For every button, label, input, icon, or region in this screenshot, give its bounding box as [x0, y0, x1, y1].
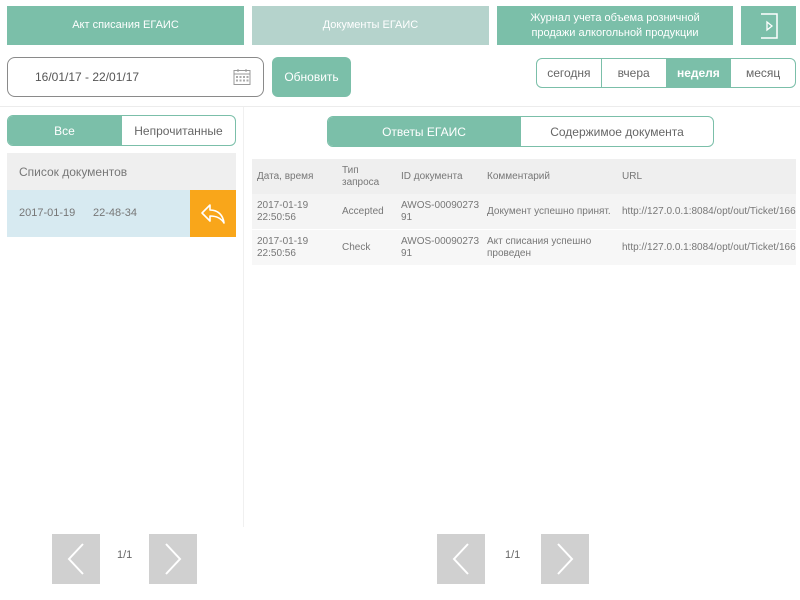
tab-document-content[interactable]: Содержимое документа	[520, 117, 713, 146]
answers-table: Дата, время Тип запроса ID документа Ком…	[252, 159, 796, 266]
list-item-time: 22-48-34	[93, 207, 138, 219]
table-row[interactable]: 2017-01-19 22:50:56 Check AWOS-000902739…	[252, 230, 796, 266]
chevron-right-icon	[165, 543, 182, 575]
retail-journal-button[interactable]: Журнал учета объема розничной продажи ал…	[497, 6, 733, 45]
exit-icon	[760, 12, 778, 39]
period-week[interactable]: неделя	[666, 59, 732, 87]
chevron-left-icon	[67, 543, 84, 575]
period-selector: сегодня вчера неделя месяц	[536, 58, 796, 88]
act-write-off-button[interactable]: Акт списания ЕГАИС	[7, 6, 244, 45]
document-list-header: Список документов	[7, 153, 236, 190]
cell-datetime: 2017-01-19 22:50:56	[257, 235, 309, 259]
document-tabs: Ответы ЕГАИС Содержимое документа	[327, 116, 714, 147]
refresh-button[interactable]: Обновить	[272, 57, 351, 97]
cell-comment: Акт списания успешно проведен	[487, 235, 592, 259]
cell-document-id: AWOS-0009027391	[401, 235, 480, 259]
right-page-indicator: 1/1	[505, 549, 521, 561]
left-page-indicator: 1/1	[117, 549, 133, 561]
column-header: Комментарий	[487, 170, 550, 182]
tab-egais-answers[interactable]: Ответы ЕГАИС	[328, 117, 520, 146]
column-header: URL	[622, 170, 643, 182]
filter-unread[interactable]: Непрочитанные	[121, 116, 235, 145]
egais-documents-button[interactable]: Документы ЕГАИС	[252, 6, 489, 45]
right-next-page-button[interactable]	[541, 534, 589, 584]
table-header: Дата, время Тип запроса ID документа Ком…	[252, 159, 796, 194]
date-range-value: 16/01/17 - 22/01/17	[35, 70, 140, 84]
cell-comment: Документ успешно принят.	[487, 205, 611, 217]
act-write-off-label: Акт списания ЕГАИС	[72, 19, 179, 31]
period-month[interactable]: месяц	[731, 59, 795, 87]
column-header: ID документа	[401, 170, 463, 182]
header-divider	[0, 106, 800, 107]
document-list-title: Список документов	[19, 165, 128, 179]
egais-documents-label: Документы ЕГАИС	[322, 19, 419, 31]
table-row[interactable]: 2017-01-19 22:50:56 Accepted AWOS-000902…	[252, 194, 796, 230]
reply-button[interactable]	[190, 190, 236, 237]
right-prev-page-button[interactable]	[437, 534, 485, 584]
column-header: Дата, время	[257, 170, 314, 182]
cell-request-type: Check	[342, 241, 371, 253]
left-next-page-button[interactable]	[149, 534, 197, 584]
cell-request-type: Accepted	[342, 205, 384, 217]
column-header: Тип запроса	[342, 164, 380, 188]
list-item[interactable]: 2017-01-19 22-48-34	[7, 190, 236, 237]
period-yesterday[interactable]: вчера	[602, 59, 667, 87]
cell-document-id: AWOS-0009027391	[401, 199, 480, 223]
refresh-label: Обновить	[284, 70, 339, 84]
chevron-left-icon	[452, 543, 469, 575]
list-item-date: 2017-01-19	[19, 207, 76, 219]
chevron-right-icon	[557, 543, 574, 575]
cell-datetime: 2017-01-19 22:50:56	[257, 199, 309, 223]
cell-url: http://127.0.0.1:8084/opt/out/Ticket/166…	[622, 241, 796, 253]
left-prev-page-button[interactable]	[52, 534, 100, 584]
filter-all[interactable]: Все	[8, 116, 121, 145]
date-range-field[interactable]: 16/01/17 - 22/01/17	[7, 57, 264, 97]
reply-icon	[201, 203, 225, 224]
period-today[interactable]: сегодня	[537, 59, 602, 87]
calendar-icon[interactable]	[233, 68, 251, 86]
panel-divider	[243, 107, 244, 527]
cell-url: http://127.0.0.1:8084/opt/out/Ticket/166…	[622, 205, 796, 217]
retail-journal-label: Журнал учета объема розничной продажи ал…	[530, 11, 700, 39]
document-filter: Все Непрочитанные	[7, 115, 236, 146]
exit-button[interactable]	[741, 6, 796, 45]
